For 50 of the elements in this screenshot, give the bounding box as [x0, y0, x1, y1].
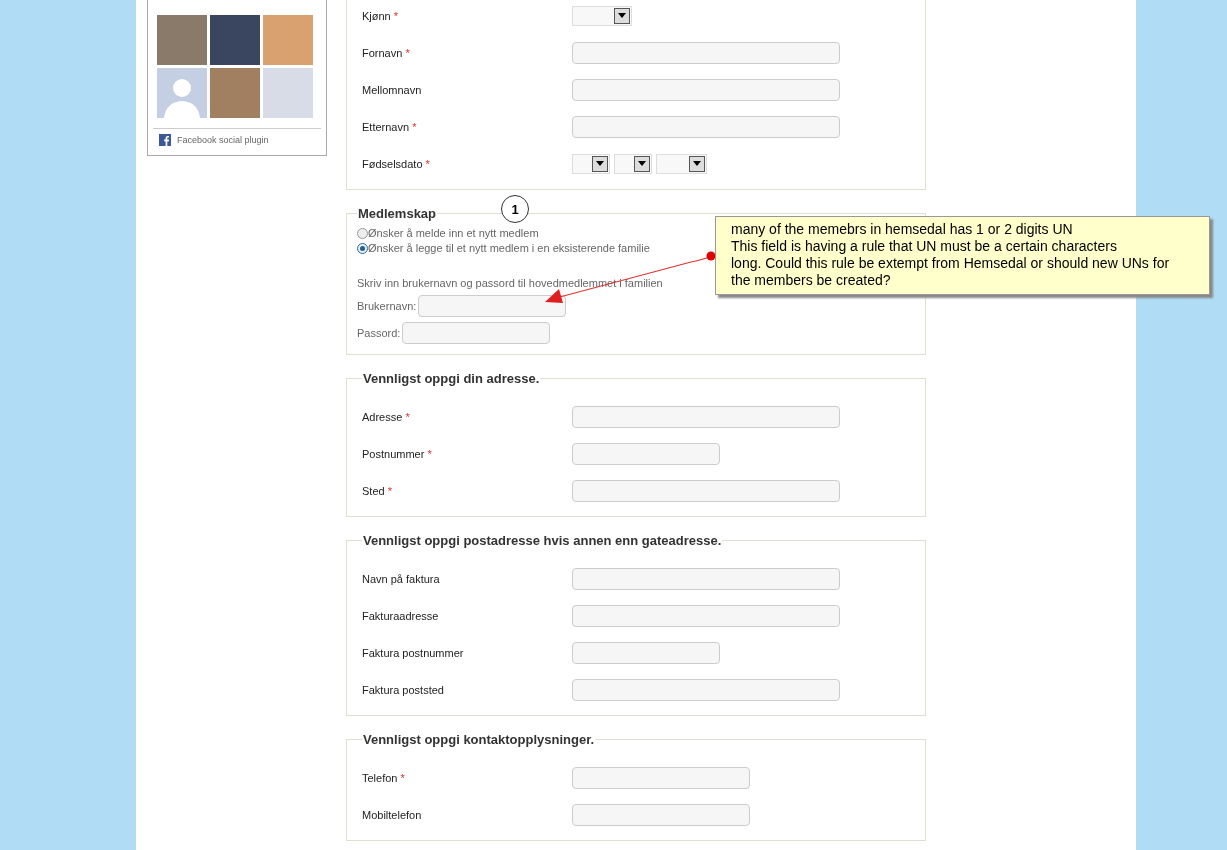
- dropdown-field[interactable]: [572, 153, 610, 174]
- section-title: Vennligst oppgi din adresse.: [362, 371, 541, 386]
- field-label: Sted *: [362, 484, 393, 497]
- facebook-logo-icon: [159, 134, 171, 146]
- input-field[interactable]: [572, 766, 750, 789]
- dropdown-field[interactable]: [656, 153, 707, 174]
- field-label: Faktura postnummer: [362, 646, 465, 659]
- radio-option[interactable]: Ønsker å legge til et nytt medlem i en eksisterende familie: [357, 242, 650, 254]
- dropdown-field[interactable]: [614, 153, 652, 174]
- field-label: Brukernavn:: [357, 300, 417, 312]
- field-label: Faktura poststed: [362, 683, 445, 696]
- field-label: Telefon *: [362, 771, 406, 784]
- radio-option[interactable]: Ønsker å melde inn et nytt medlem: [357, 227, 539, 239]
- input-field[interactable]: [402, 322, 551, 344]
- field-label: Mobiltelefon: [362, 808, 423, 821]
- instruction-text: Skriv inn brukernavn og passord til hovedmedlemmet i familien: [357, 277, 663, 289]
- input-field[interactable]: [572, 41, 840, 64]
- input-field[interactable]: [572, 442, 720, 465]
- section-title: Vennligst oppgi kontaktopplysninger.: [362, 732, 596, 747]
- input-field[interactable]: [572, 604, 840, 627]
- radio-button[interactable]: [357, 242, 368, 254]
- radio-button[interactable]: [357, 227, 368, 239]
- input-field[interactable]: [572, 678, 840, 701]
- input-field[interactable]: [572, 641, 720, 664]
- field-label: Kjønn *: [362, 9, 400, 22]
- caret-icon: [638, 161, 646, 166]
- section-title: Vennligst oppgi postadresse hvis annen enn gateadresse.: [362, 533, 723, 548]
- field-label: Fornavn *: [362, 46, 411, 59]
- field-label: Passord:: [357, 327, 401, 339]
- input-field[interactable]: [418, 295, 567, 317]
- field-label: Fødselsdato *: [362, 157, 431, 170]
- field-label: Navn på faktura: [362, 572, 441, 585]
- section-title: Medlemskap: [357, 206, 438, 221]
- caret-icon: [596, 161, 604, 166]
- field-label: Postnummer *: [362, 447, 433, 460]
- caret-icon: [693, 161, 701, 166]
- field-label: Etternavn *: [362, 120, 418, 133]
- field-label: Fakturaadresse: [362, 609, 440, 622]
- input-field[interactable]: [572, 479, 840, 502]
- input-field[interactable]: [572, 115, 840, 138]
- annotation-note: many of the memebrs in hemsedal has 1 or 2 digits UN This field is having a rule that UN must be a certain characters long. Could this rule be extempt from Hemsedal or should new UNs for the members be created?: [715, 216, 1210, 295]
- plugin-caption: Facebook social plugin: [177, 135, 269, 145]
- dropdown-field[interactable]: [572, 5, 632, 26]
- input-field[interactable]: [572, 78, 840, 101]
- input-field[interactable]: [572, 405, 840, 428]
- field-label: Mellomnavn: [362, 83, 423, 96]
- field-label: Adresse *: [362, 410, 411, 423]
- caret-icon: [618, 13, 626, 18]
- input-field[interactable]: [572, 803, 750, 826]
- input-field[interactable]: [572, 567, 840, 590]
